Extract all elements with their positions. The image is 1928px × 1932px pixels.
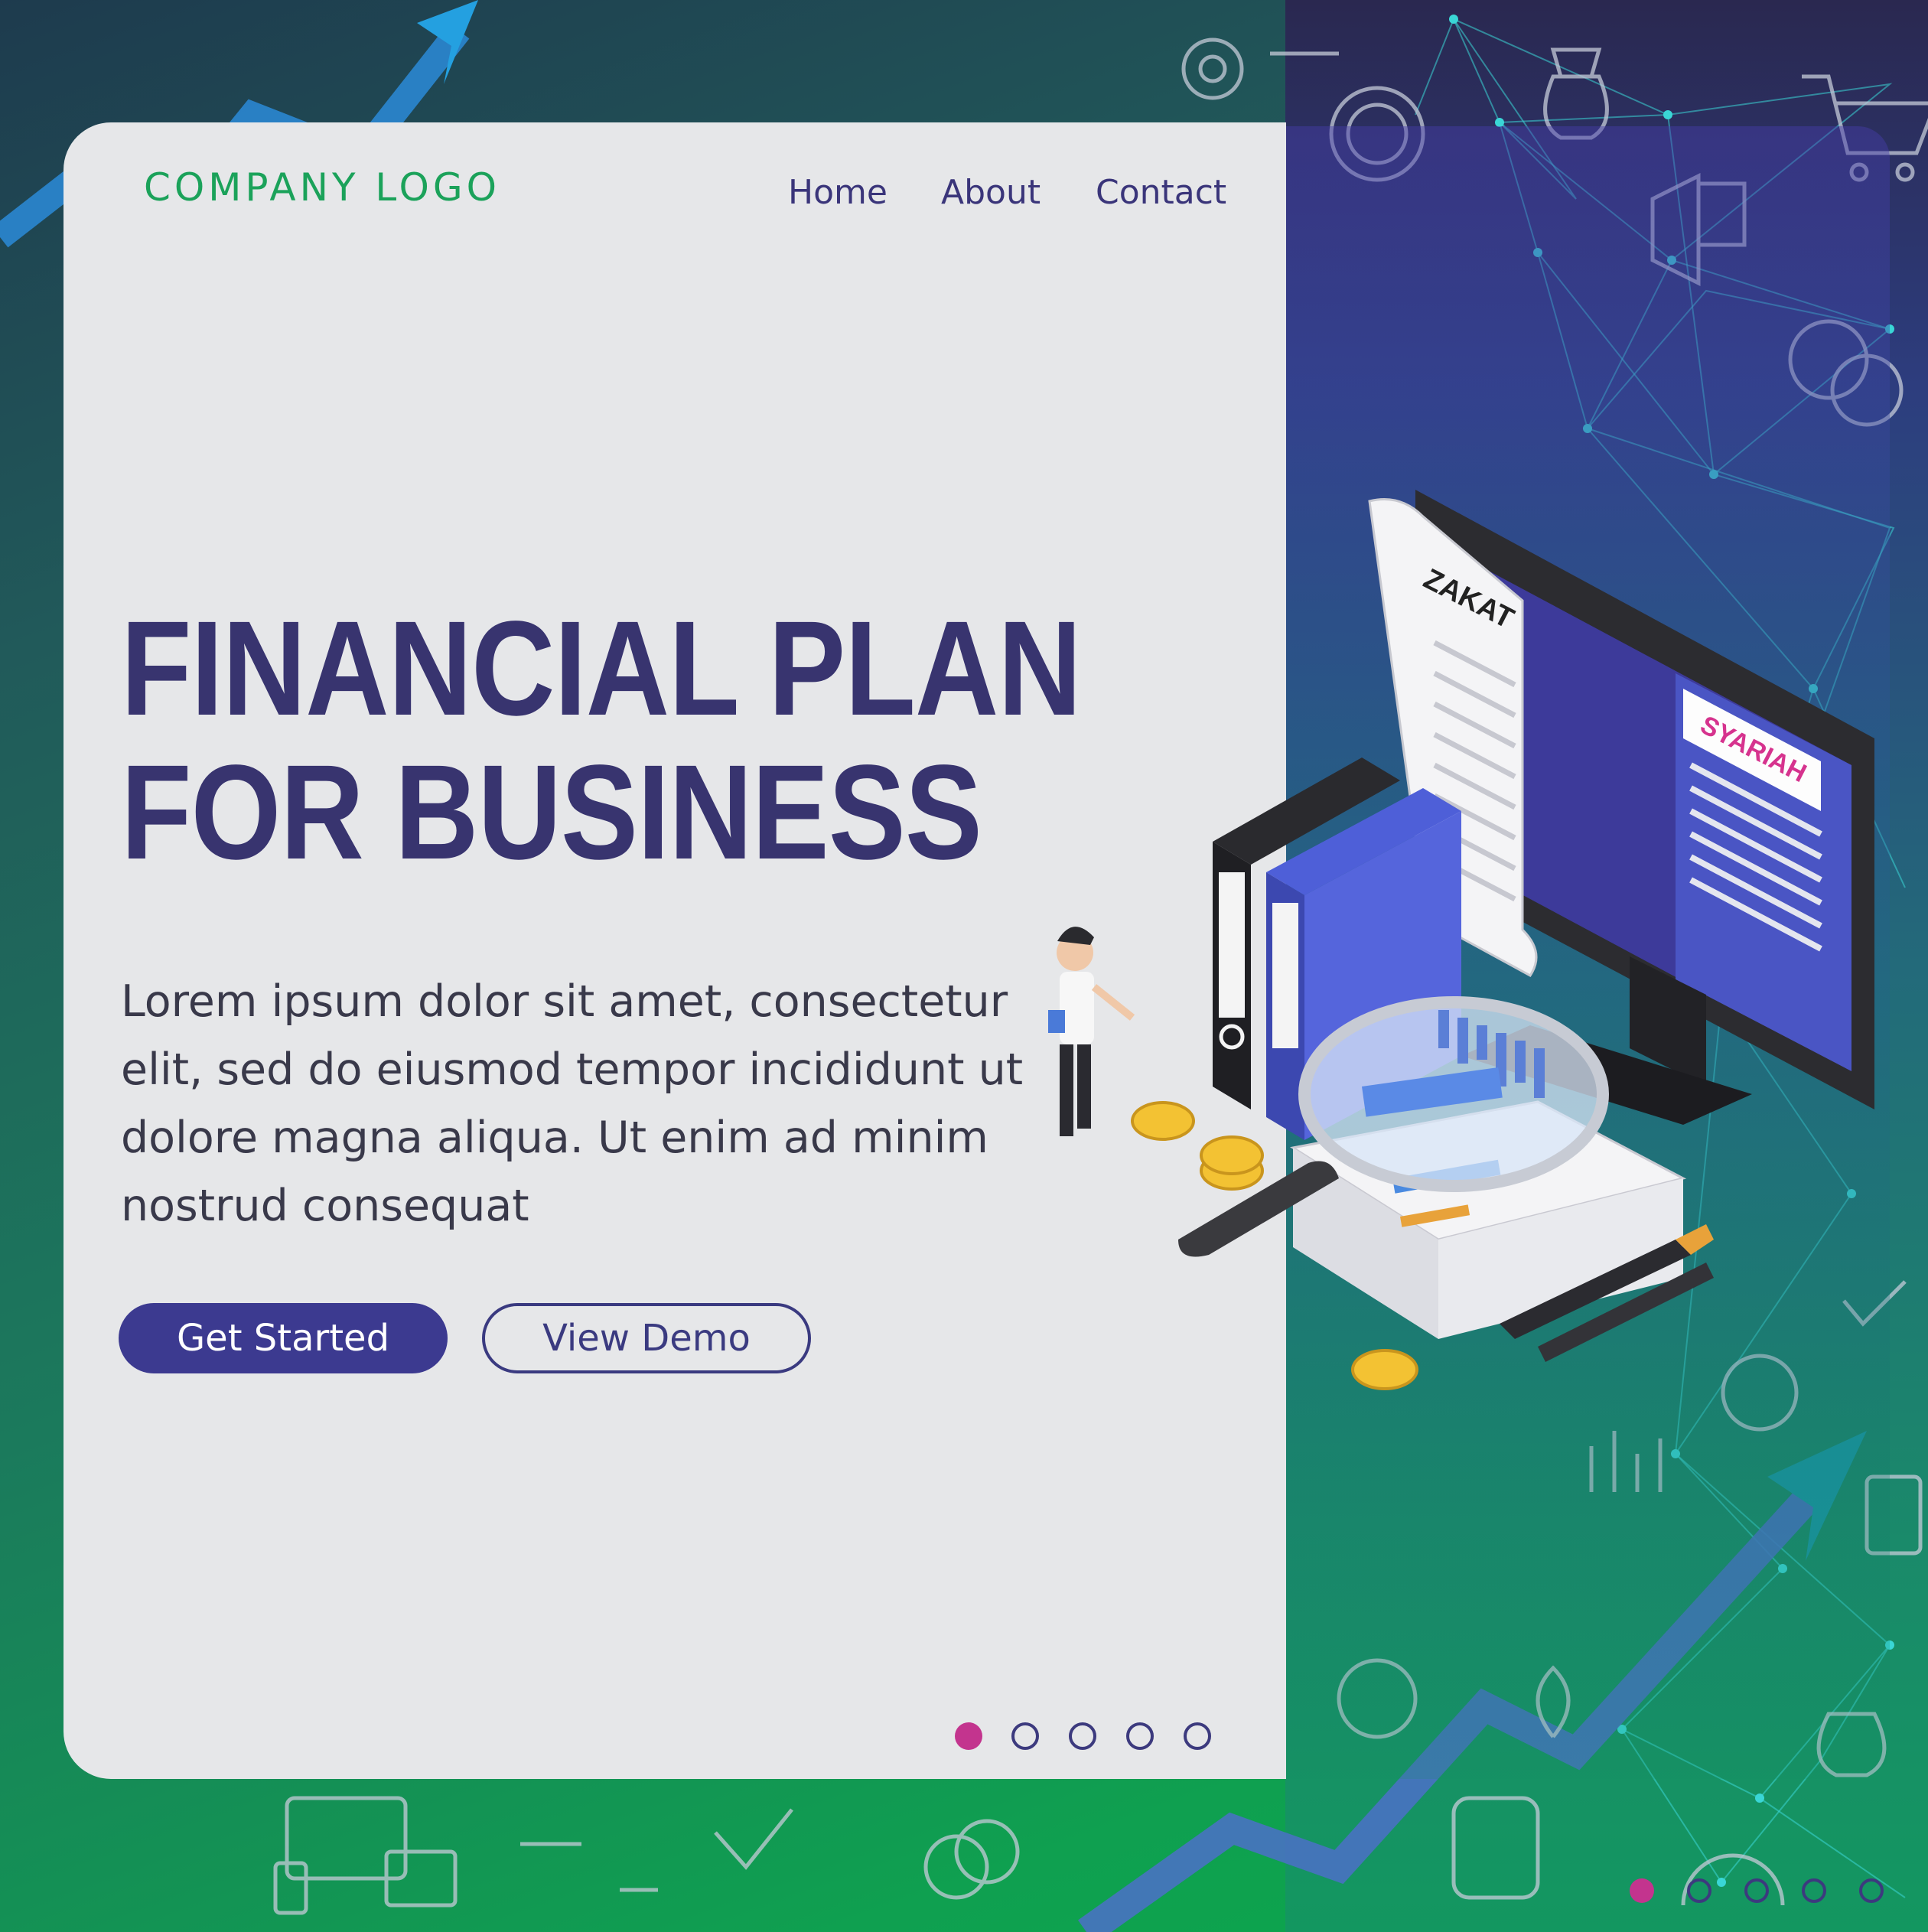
gear-icon [1181, 37, 1244, 100]
company-logo[interactable]: COMPANY LOGO [144, 165, 500, 210]
bottom-dot-4 [1802, 1878, 1826, 1903]
check-icon-bottom [714, 1808, 793, 1870]
view-demo-button[interactable]: View Demo [482, 1303, 811, 1373]
carousel-dot-3[interactable] [1069, 1722, 1096, 1750]
hero-image-panel [1285, 126, 1890, 1779]
headline-line-1: FINANCIAL PLAN [121, 594, 1082, 744]
nav-contact[interactable]: Contact [1096, 170, 1226, 216]
hero-headline: FINANCIAL PLAN FOR BUSINESS [121, 594, 1082, 888]
money-bag-icon [1543, 47, 1609, 140]
bottom-dot-2 [1687, 1878, 1711, 1903]
carousel-dot-4[interactable] [1126, 1722, 1154, 1750]
bottom-dot-3 [1744, 1878, 1769, 1903]
carousel-dot-5[interactable] [1184, 1722, 1211, 1750]
get-started-button[interactable]: Get Started [119, 1303, 448, 1373]
bottom-dot-1 [1630, 1878, 1654, 1903]
bottom-dot-5 [1859, 1878, 1884, 1903]
nav-about[interactable]: About [941, 170, 1041, 216]
content-card [64, 122, 1286, 1779]
hero-description: Lorem ipsum dolor sit amet, consectetur … [121, 976, 1024, 1231]
carousel-dot-1[interactable] [955, 1722, 982, 1750]
headline-line-2: FOR BUSINESS [121, 738, 982, 888]
carousel-dot-2[interactable] [1011, 1722, 1039, 1750]
backpack-icon [1451, 1796, 1540, 1900]
nav-home[interactable]: Home [788, 170, 887, 216]
